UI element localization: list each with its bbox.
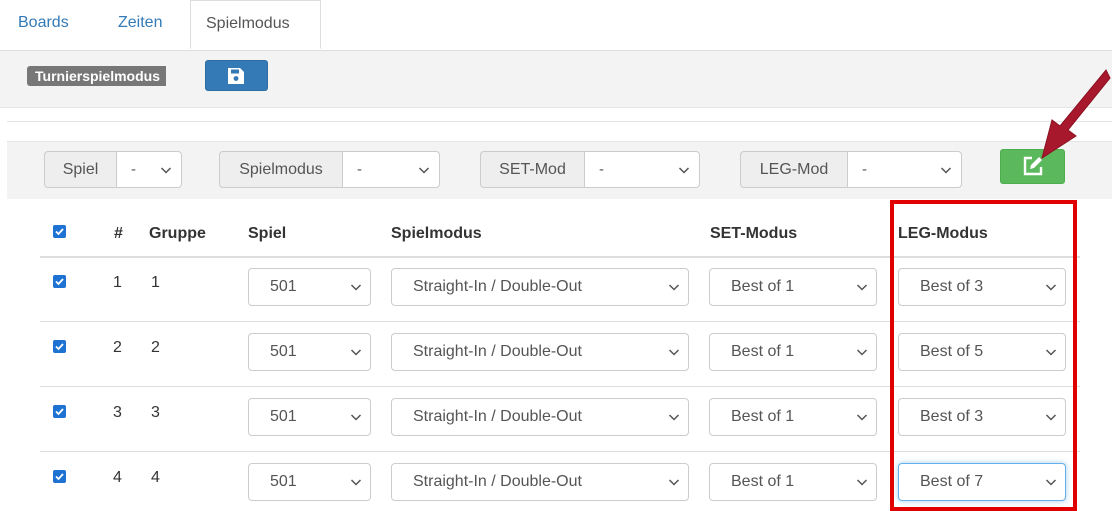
leg-modus-select[interactable]: Best of 7 (898, 463, 1066, 501)
filter-leg-mod-label: LEG-Mod (740, 151, 848, 188)
row-divider (40, 451, 1080, 452)
row-gruppe: 4 (151, 469, 160, 486)
chevron-down-icon (350, 479, 362, 486)
row-checkbox[interactable] (53, 470, 66, 483)
chevron-down-icon (1045, 284, 1057, 291)
tab-boards[interactable]: Boards (18, 0, 69, 49)
tab-zeiten[interactable]: Zeiten (118, 0, 162, 49)
spiel-select[interactable]: 501 (248, 463, 371, 501)
row-gruppe: 3 (151, 404, 160, 421)
filter-spielmodus: Spielmodus - (219, 151, 440, 188)
filter-set-mod-select[interactable]: - (585, 151, 700, 188)
set-modus-select[interactable]: Best of 1 (709, 398, 877, 436)
chevron-down-icon (678, 167, 690, 174)
row-checkbox[interactable] (53, 340, 66, 353)
chevron-down-icon (856, 284, 868, 291)
filter-spiel: Spiel - (44, 151, 182, 188)
chevron-down-icon (856, 414, 868, 421)
filter-spielmodus-select[interactable]: - (343, 151, 440, 188)
filter-spiel-select[interactable]: - (117, 151, 182, 188)
spielmodus-select[interactable]: Straight-In / Double-Out (391, 268, 689, 306)
save-button[interactable] (205, 60, 268, 91)
filter-bar: Spiel - Spielmodus - SET-Mod - LEG-Mod - (7, 141, 1112, 199)
chevron-down-icon (668, 349, 680, 356)
row-checkbox[interactable] (53, 275, 66, 288)
chevron-down-icon (668, 414, 680, 421)
set-modus-select[interactable]: Best of 1 (709, 268, 877, 306)
set-modus-select[interactable]: Best of 1 (709, 463, 877, 501)
row-divider (40, 386, 1080, 387)
header-set-modus: SET-Modus (710, 225, 798, 242)
chevron-down-icon (668, 479, 680, 486)
select-all-checkbox[interactable] (53, 225, 66, 238)
spielmodus-select[interactable]: Straight-In / Double-Out (391, 333, 689, 371)
chevron-down-icon (350, 414, 362, 421)
chevron-down-icon (856, 479, 868, 486)
filter-set-mod: SET-Mod - (480, 151, 700, 188)
spiel-select[interactable]: 501 (248, 268, 371, 306)
header-spielmodus: Spielmodus (391, 225, 482, 242)
floppy-disk-icon (228, 68, 244, 84)
leg-modus-select[interactable]: Best of 3 (898, 268, 1066, 306)
row-number: 4 (113, 469, 122, 486)
section-header: Turnierspielmodus (0, 51, 1112, 108)
header-divider (40, 256, 1080, 258)
spiel-select[interactable]: 501 (248, 398, 371, 436)
header-number: # (114, 225, 123, 242)
chevron-down-icon (160, 167, 172, 174)
row-checkbox[interactable] (53, 405, 66, 418)
chevron-down-icon (856, 349, 868, 356)
chevron-down-icon (418, 167, 430, 174)
chevron-down-icon (350, 284, 362, 291)
header-spiel: Spiel (248, 225, 287, 242)
chevron-down-icon (1045, 479, 1057, 486)
filter-leg-mod: LEG-Mod - (740, 151, 962, 188)
row-number: 2 (113, 339, 122, 356)
filter-spielmodus-label: Spielmodus (219, 151, 343, 188)
row-gruppe: 1 (151, 274, 160, 291)
row-number: 3 (113, 404, 122, 421)
chevron-down-icon (1045, 414, 1057, 421)
chevron-down-icon (350, 349, 362, 356)
row-number: 1 (113, 274, 122, 291)
filter-spiel-label: Spiel (44, 151, 117, 188)
leg-modus-select[interactable]: Best of 5 (898, 333, 1066, 371)
spiel-select[interactable]: 501 (248, 333, 371, 371)
chevron-down-icon (668, 284, 680, 291)
spielmodus-select[interactable]: Straight-In / Double-Out (391, 398, 689, 436)
chevron-down-icon (1045, 349, 1057, 356)
divider (7, 121, 1112, 122)
section-badge: Turnierspielmodus (27, 66, 166, 86)
filter-leg-mod-select[interactable]: - (848, 151, 962, 188)
set-modus-select[interactable]: Best of 1 (709, 333, 877, 371)
chevron-down-icon (940, 167, 952, 174)
row-divider (40, 321, 1080, 322)
arrow-annotation-icon (1041, 69, 1111, 160)
row-gruppe: 2 (151, 339, 160, 356)
tab-bar: Boards Zeiten Spielmodus (0, 0, 1112, 51)
header-gruppe: Gruppe (149, 225, 206, 242)
leg-modus-select[interactable]: Best of 3 (898, 398, 1066, 436)
spielmodus-select[interactable]: Straight-In / Double-Out (391, 463, 689, 501)
header-leg-modus: LEG-Modus (898, 225, 988, 242)
filter-set-mod-label: SET-Mod (480, 151, 585, 188)
tab-spielmodus[interactable]: Spielmodus (190, 0, 321, 49)
